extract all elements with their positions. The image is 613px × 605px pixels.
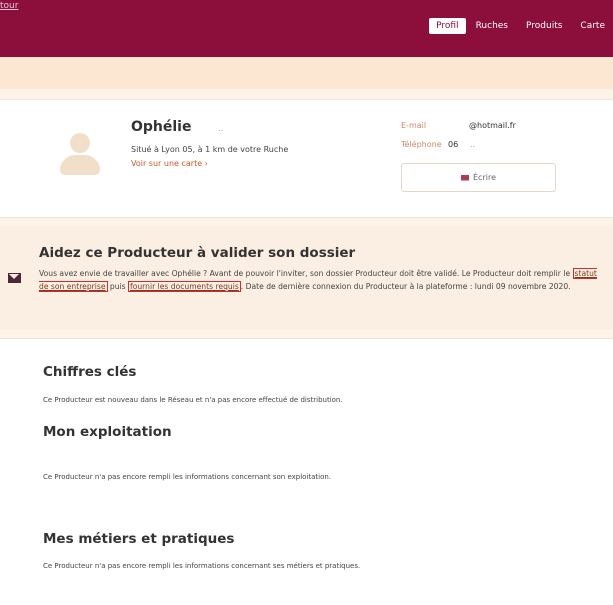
farm-title: Mon exploitation <box>43 424 172 440</box>
write-button-label: Écrire <box>473 173 496 182</box>
view-map-link[interactable]: Voir sur une carte › <box>131 159 208 168</box>
tab-produits[interactable]: Produits <box>518 17 570 35</box>
farm-text: Ce Producteur n'a pas encore rempli les … <box>43 473 332 481</box>
key-figures-text: Ce Producteur est nouveau dans le Réseau… <box>43 396 343 404</box>
key-figures-title: Chiffres clés <box>43 364 137 380</box>
producer-details: Chiffres clés Ce Producteur est nouveau … <box>0 338 613 605</box>
write-button[interactable]: Écrire <box>401 163 556 192</box>
top-navigation-bar: tour Profil Ruches Produits Carte <box>0 0 613 57</box>
mail-icon <box>461 174 469 181</box>
tab-profil[interactable]: Profil <box>429 18 466 34</box>
practices-title: Mes métiers et pratiques <box>43 531 235 547</box>
envelope-icon <box>8 273 21 283</box>
alert-title: Aidez ce Producteur à valider son dossie… <box>39 245 356 261</box>
phone-label: Téléphone <box>401 140 442 149</box>
validation-alert: Aidez ce Producteur à valider son dossie… <box>0 226 613 330</box>
header-band <box>0 57 613 89</box>
back-link[interactable]: tour <box>0 1 18 11</box>
producer-location: Situé à Lyon 05, à 1 km de votre Ruche <box>131 145 289 154</box>
practices-text: Ce Producteur n'a pas encore rempli les … <box>43 562 361 570</box>
tab-ruches[interactable]: Ruches <box>468 17 516 35</box>
required-documents-link[interactable]: fournir les documents requis <box>128 281 241 292</box>
name-suffix: .. <box>218 124 224 133</box>
producer-name: Ophélie .. <box>131 119 224 135</box>
tab-carte[interactable]: Carte <box>572 17 613 35</box>
email-label: E-mail <box>401 121 427 130</box>
email-value: @hotmail.fr <box>469 121 516 130</box>
avatar-icon <box>60 131 100 175</box>
phone-value: 06 <box>448 140 459 149</box>
profile-card: Ophélie .. Situé à Lyon 05, à 1 km de vo… <box>0 99 613 218</box>
phone-suffix: .. <box>470 140 476 149</box>
profile-tabs: Profil Ruches Produits Carte <box>427 17 613 35</box>
alert-text: Vous avez envie de travailler avec Ophél… <box>39 268 597 292</box>
